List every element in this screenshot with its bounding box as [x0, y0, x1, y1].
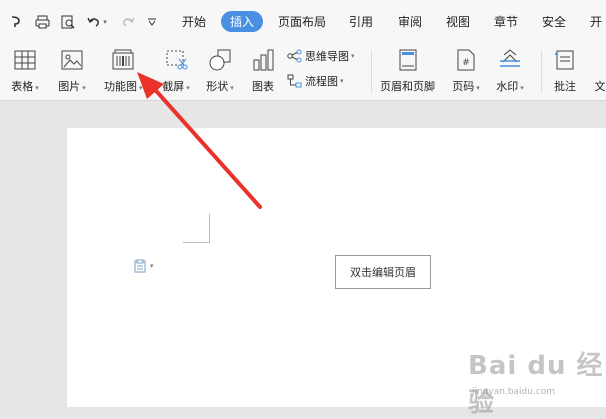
baidu-watermark-url: jingyan.baidu.com	[472, 387, 556, 397]
baidu-watermark-logo: Bai du 经验	[468, 351, 604, 418]
